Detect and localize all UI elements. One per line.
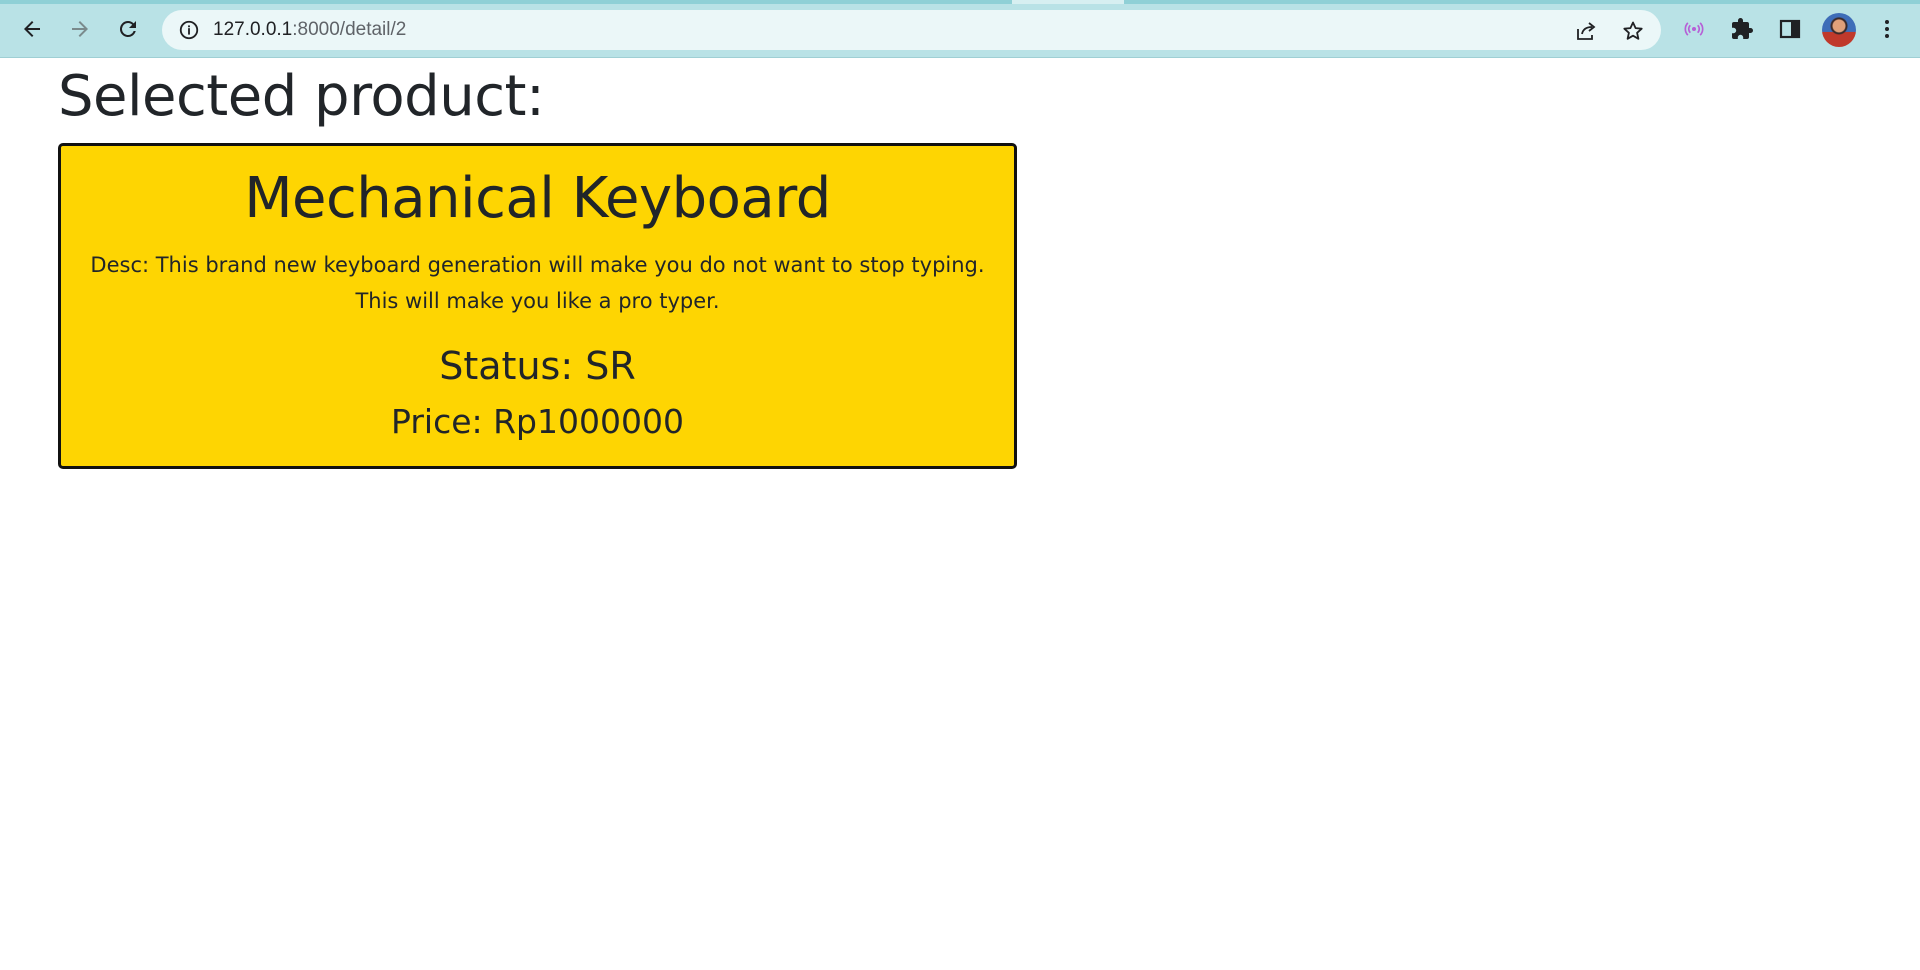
arrow-left-icon: [24, 21, 40, 37]
puzzle-icon[interactable]: [1725, 12, 1759, 46]
reload-button[interactable]: [109, 10, 147, 48]
browser-toolbar: 127.0.0.1:8000/detail/2: [0, 0, 1920, 58]
side-panel-icon[interactable]: [1773, 12, 1807, 46]
broadcast-icon[interactable]: [1677, 12, 1711, 46]
url-path: :8000/detail/2: [292, 19, 407, 40]
forward-button[interactable]: [61, 10, 99, 48]
product-price: Price: Rp1000000: [391, 402, 684, 441]
tab-strip: [0, 0, 1920, 4]
product-name: Mechanical Keyboard: [244, 166, 831, 231]
info-icon[interactable]: [178, 19, 200, 41]
product-card: Mechanical Keyboard Desc: This brand new…: [58, 143, 1017, 469]
back-button[interactable]: [13, 10, 51, 48]
url-text[interactable]: 127.0.0.1:8000/detail/2: [213, 19, 406, 41]
product-status: Status: SR: [439, 344, 636, 388]
star-icon[interactable]: [1620, 18, 1646, 44]
reload-icon: [119, 20, 136, 37]
active-tab-edge[interactable]: [1012, 0, 1124, 4]
address-bar[interactable]: 127.0.0.1:8000/detail/2: [162, 10, 1661, 50]
kebab-menu-icon[interactable]: [1870, 12, 1904, 46]
url-host: 127.0.0.1: [213, 19, 293, 40]
share-icon[interactable]: [1573, 18, 1599, 44]
profile-avatar[interactable]: [1822, 13, 1856, 47]
product-description: Desc: This brand new keyboard generation…: [90, 253, 985, 313]
arrow-right-icon: [72, 21, 88, 37]
page-title: Selected product:: [58, 64, 545, 129]
